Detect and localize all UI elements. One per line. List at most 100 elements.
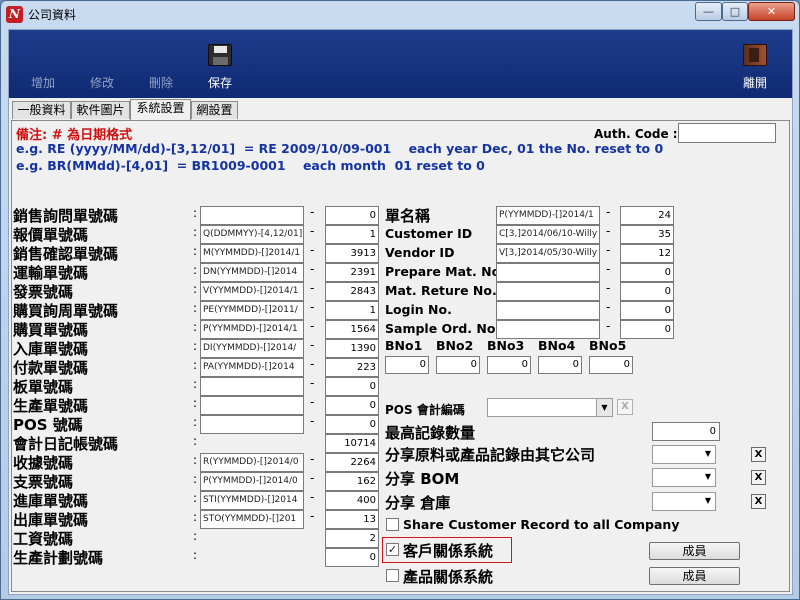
format-input[interactable]: V[3,]2014/05/30-Willy <box>496 244 600 263</box>
counter-input[interactable]: 0 <box>620 282 674 301</box>
maximize-button[interactable]: □ <box>722 2 748 21</box>
counter-input[interactable]: 162 <box>325 472 379 491</box>
minimize-button[interactable]: — <box>695 2 722 21</box>
product-members-button[interactable]: 成員 <box>649 567 740 585</box>
counter-input[interactable]: 0 <box>620 301 674 320</box>
counter-input[interactable]: 2264 <box>325 453 379 472</box>
dash-separator: - <box>310 319 315 333</box>
counter-input[interactable]: 1 <box>325 301 379 320</box>
bno-input[interactable]: 0 <box>385 356 429 374</box>
pos-account-clear-button[interactable]: X <box>617 399 633 415</box>
edit-button[interactable]: 修改 <box>81 30 123 98</box>
counter-input[interactable]: 1564 <box>325 320 379 339</box>
chevron-down-icon: ▼ <box>704 472 711 481</box>
format-input[interactable]: Q(DDMMYY)-[4,12/01] <box>200 225 304 244</box>
dash-separator: - <box>606 300 611 314</box>
counter-input[interactable]: 0 <box>620 320 674 339</box>
dash-separator: - <box>606 205 611 219</box>
format-input[interactable]: DN(YYMMDD)-[]2014 <box>200 263 304 282</box>
save-button[interactable]: 保存 <box>199 30 241 98</box>
counter-input[interactable]: 0 <box>325 415 379 434</box>
add-label: 增加 <box>30 76 55 90</box>
format-input[interactable]: M(YYMMDD)-[]2014/1 <box>200 244 304 263</box>
share-warehouse-dropdown[interactable]: ▼ <box>652 492 716 511</box>
share-warehouse-clear-button[interactable]: X <box>751 494 766 509</box>
format-input[interactable] <box>496 263 600 282</box>
format-input[interactable]: DI(YYMMDD)-[]2014/ <box>200 339 304 358</box>
format-input[interactable] <box>200 206 304 225</box>
counter-input[interactable]: 13 <box>325 510 379 529</box>
share-material-clear-button[interactable]: X <box>751 447 766 462</box>
number-row: Mat. Reture No. -0 <box>384 281 684 301</box>
counter-input[interactable]: 2 <box>325 529 379 548</box>
bno-input[interactable]: 0 <box>436 356 480 374</box>
exit-button[interactable]: 離開 <box>731 30 779 98</box>
share-material-label: 分享原料或產品記錄由其它公司 <box>385 446 596 464</box>
row-label: 會計日記帳號碼 <box>13 435 119 453</box>
counter-input[interactable]: 1 <box>325 225 379 244</box>
tab-software-images[interactable]: 軟件圖片 <box>71 101 130 119</box>
counter-input[interactable]: 2843 <box>325 282 379 301</box>
format-input[interactable]: R(YYMMDD)-[]2014/0 <box>200 453 304 472</box>
counter-input[interactable]: 24 <box>620 206 674 225</box>
client-area: 增加 修改 刪除 保存 離開 一般資料 軟件圖片 系統設置 網設置 備注: # … <box>8 29 793 595</box>
format-input[interactable]: P(YYMMDD)-[]2014/1 <box>200 320 304 339</box>
counter-input[interactable]: 12 <box>620 244 674 263</box>
counter-input[interactable]: 1390 <box>325 339 379 358</box>
share-bom-clear-button[interactable]: X <box>751 470 766 485</box>
counter-input[interactable]: 0 <box>325 377 379 396</box>
colon-separator: : <box>193 510 198 524</box>
customer-relation-checkbox[interactable]: ✓ <box>386 543 399 556</box>
counter-input[interactable]: 3913 <box>325 244 379 263</box>
dash-separator: - <box>310 376 315 390</box>
counter-input[interactable]: 2391 <box>325 263 379 282</box>
row-label: 出庫單號碼 <box>13 511 89 529</box>
format-input[interactable]: C[3,]2014/06/10-Willy <box>496 225 600 244</box>
close-button[interactable]: ✕ <box>748 2 795 21</box>
counter-input[interactable]: 35 <box>620 225 674 244</box>
product-relation-checkbox[interactable] <box>386 569 399 582</box>
format-input[interactable] <box>496 301 600 320</box>
colon-separator: : <box>193 434 198 448</box>
counter-input[interactable]: 0 <box>325 396 379 415</box>
tab-web-settings[interactable]: 網設置 <box>191 101 238 119</box>
format-input[interactable]: V(YYMMDD)-[]2014/1 <box>200 282 304 301</box>
counter-input[interactable]: 0 <box>325 548 379 567</box>
number-row: 生產單號碼: -0 <box>12 395 386 415</box>
counter-input[interactable]: 0 <box>620 263 674 282</box>
max-records-input[interactable]: 0 <box>652 422 720 441</box>
format-input[interactable]: PA(YYMMDD)-[]2014 <box>200 358 304 377</box>
bno-input[interactable]: 0 <box>538 356 582 374</box>
format-input[interactable] <box>200 415 304 434</box>
share-material-dropdown[interactable]: ▼ <box>652 445 716 464</box>
format-input[interactable]: P(YYMMDD)-[]2014/1 <box>496 206 600 225</box>
format-input[interactable] <box>496 282 600 301</box>
auth-code-input[interactable] <box>678 123 776 143</box>
number-row: Sample Ord. No. -0 <box>384 319 684 339</box>
row-label: 銷售確認單號碼 <box>13 245 119 263</box>
counter-input[interactable]: 223 <box>325 358 379 377</box>
customer-members-button[interactable]: 成員 <box>649 542 740 560</box>
share-customer-checkbox[interactable] <box>386 518 399 531</box>
pos-account-dropdown[interactable]: ▼ <box>487 398 613 417</box>
tab-general[interactable]: 一般資料 <box>12 101 71 119</box>
chevron-down-icon[interactable]: ▼ <box>596 399 612 416</box>
tab-system-settings[interactable]: 系統設置 <box>130 99 191 120</box>
format-input[interactable] <box>496 320 600 339</box>
format-input[interactable] <box>200 377 304 396</box>
row-label: 購買詢周單號碼 <box>13 302 119 320</box>
counter-input[interactable]: 10714 <box>325 434 379 453</box>
add-button[interactable]: 增加 <box>22 30 64 98</box>
bno-input[interactable]: 0 <box>589 356 633 374</box>
format-input[interactable]: STI(YYMMDD)-[]2014 <box>200 491 304 510</box>
delete-button[interactable]: 刪除 <box>140 30 182 98</box>
format-input[interactable] <box>200 396 304 415</box>
counter-input[interactable]: 400 <box>325 491 379 510</box>
format-input[interactable]: PE(YYMMDD)-[]2011/ <box>200 301 304 320</box>
row-label: POS 號碼 <box>13 416 83 434</box>
bno-input[interactable]: 0 <box>487 356 531 374</box>
format-input[interactable]: P(YYMMDD)-[]2014/0 <box>200 472 304 491</box>
share-bom-dropdown[interactable]: ▼ <box>652 468 716 487</box>
format-input[interactable]: STO(YYMMDD)-[]201 <box>200 510 304 529</box>
counter-input[interactable]: 0 <box>325 206 379 225</box>
